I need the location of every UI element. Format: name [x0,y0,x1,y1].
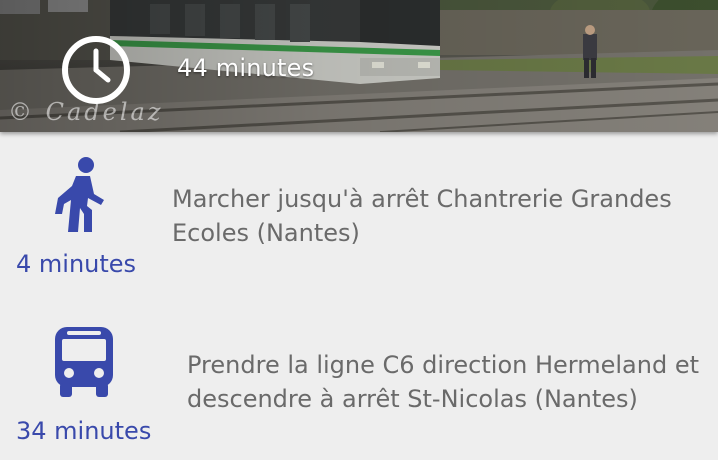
step-duration: 34 minutes [16,417,152,445]
walk-icon [55,157,104,232]
clock-icon [62,36,130,104]
total-duration: 44 minutes [177,54,315,82]
photo-watermark: © Cadelaz [8,98,164,126]
step-bus[interactable]: 34 minutes Prendre la ligne C6 direction… [0,305,718,460]
step-description: Marcher jusqu'à arrêt Chantrerie Grandes… [172,185,672,247]
step-walk[interactable]: 4 minutes Marcher jusqu'à arrêt Chantrer… [0,140,718,290]
trip-header: 44 minutes © Cadelaz [0,0,718,132]
bus-icon [55,327,113,397]
step-description: Prendre la ligne C6 direction Hermeland … [187,351,700,413]
step-duration: 4 minutes [16,250,137,278]
